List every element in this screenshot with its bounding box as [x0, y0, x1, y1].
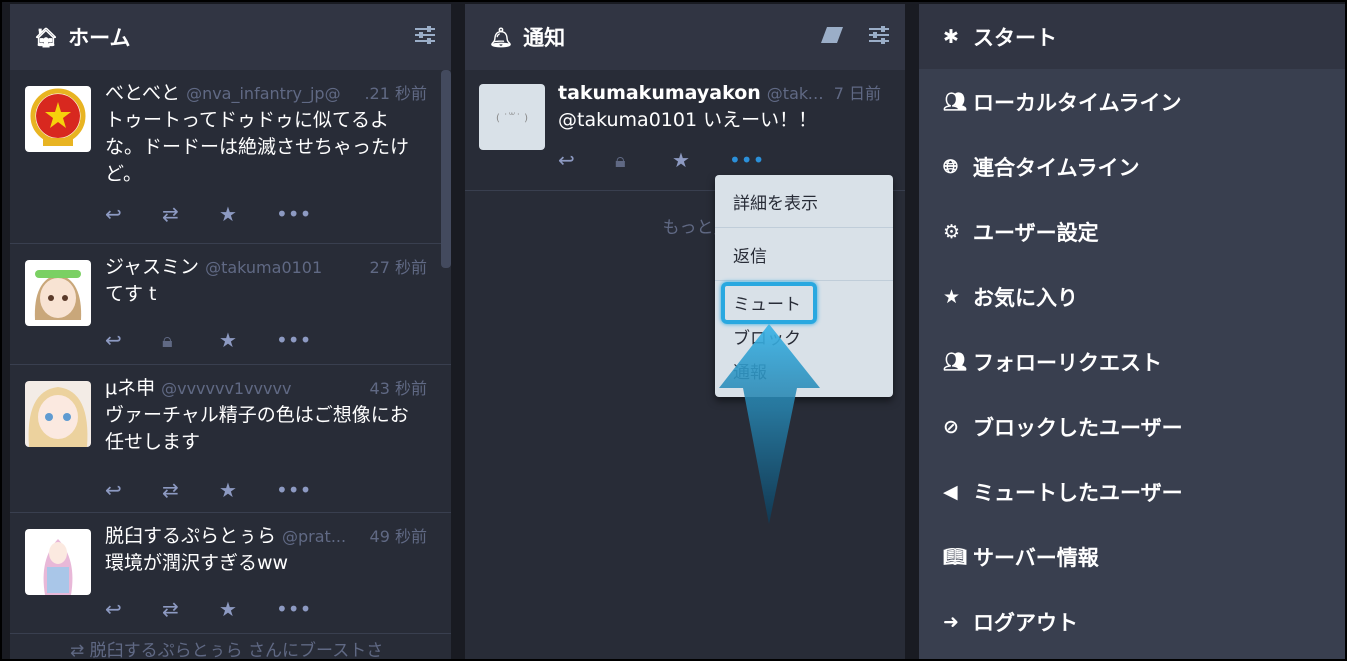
- reply-all-icon[interactable]: ↩︎: [558, 148, 615, 172]
- display-name[interactable]: μネ申: [105, 377, 155, 399]
- bell-icon: 🔔︎: [489, 26, 514, 49]
- nav-federated-timeline[interactable]: 🌐︎ 連合タイムライン: [919, 134, 1345, 199]
- status-item[interactable]: 脱臼するぷらとぅら @prat... 49 秒前 環境が潤沢すぎるww ↩︎ ⇄…: [10, 513, 451, 634]
- menu-item-details[interactable]: 詳細を表示: [715, 179, 893, 223]
- boost-notice: ⇄ 脱臼するぷらとぅら さんにブーストさ: [70, 641, 384, 659]
- nav-user-settings[interactable]: ⚙︎ ユーザー設定: [919, 199, 1345, 264]
- account-handle[interactable]: @nva_infantry_jp@: [186, 83, 360, 105]
- divider: [715, 280, 893, 281]
- avatar[interactable]: [25, 529, 91, 595]
- column-settings-icon[interactable]: [415, 25, 435, 49]
- star-icon[interactable]: ★: [672, 148, 729, 172]
- account-handle[interactable]: @prat...: [282, 526, 366, 548]
- more-icon[interactable]: •••: [276, 597, 333, 621]
- volume-off-icon: ◀: [943, 480, 958, 503]
- home-column-header[interactable]: 🏠︎ ホーム: [10, 4, 451, 70]
- status-item[interactable]: μネ申 @vvvvvv1vvvvv 43 秒前 ヴァーチャル精子の色はご想像にお…: [10, 365, 451, 513]
- timestamp[interactable]: .21 秒前: [364, 83, 427, 105]
- boost-icon[interactable]: ⇄: [162, 597, 219, 621]
- nav-logout[interactable]: ➜ ログアウト: [919, 589, 1345, 654]
- timestamp[interactable]: 7 日前: [834, 83, 881, 105]
- sign-out-icon: ➜: [943, 610, 959, 633]
- status-content: @takuma0101 いえーい！！: [558, 109, 818, 131]
- more-icon[interactable]: •••: [276, 478, 333, 502]
- boost-icon: ⇄: [70, 641, 90, 659]
- reply-icon[interactable]: ↩︎: [105, 202, 162, 226]
- pointer-arrow-icon: [719, 324, 820, 524]
- timestamp[interactable]: 49 秒前: [370, 526, 427, 548]
- start-column: ✱ スタート 👥︎ ローカルタイムライン 🌐︎ 連合タイムライン ⚙︎ ユーザー…: [919, 4, 1345, 659]
- avatar[interactable]: [25, 381, 91, 447]
- status-item[interactable]: べとべと @nva_infantry_jp@ .21 秒前 トゥートってドゥドゥ…: [10, 70, 451, 244]
- home-icon: 🏠︎: [34, 26, 59, 49]
- home-column: 🏠︎ ホーム べとべと @nva_infantry_jp@ .21 秒前 トゥー…: [10, 4, 451, 659]
- more-icon[interactable]: •••: [276, 202, 333, 226]
- account-handle[interactable]: @vvvvvv1vvvvv: [161, 378, 365, 400]
- star-icon[interactable]: ★: [219, 202, 276, 226]
- scrollbar[interactable]: [441, 70, 451, 268]
- book-icon: 📖︎: [943, 546, 968, 568]
- reply-icon[interactable]: ↩︎: [105, 597, 162, 621]
- more-icon[interactable]: •••: [729, 148, 786, 172]
- gear-icon: ⚙︎: [943, 220, 961, 243]
- nav-blocked-users[interactable]: ⊘ ブロックしたユーザー: [919, 394, 1345, 459]
- users-icon: 👥︎: [943, 351, 968, 373]
- boost-icon[interactable]: ⇄: [162, 202, 219, 226]
- account-handle[interactable]: @takum...: [767, 83, 830, 105]
- divider: [715, 227, 893, 228]
- asterisk-icon: ✱: [943, 25, 959, 48]
- timestamp[interactable]: 27 秒前: [370, 257, 427, 279]
- star-icon: ★: [943, 285, 961, 308]
- reply-icon[interactable]: ↩︎: [105, 328, 162, 352]
- start-header[interactable]: ✱ スタート: [919, 4, 1345, 69]
- users-icon: 👥︎: [943, 91, 968, 113]
- display-name[interactable]: ジャスミン: [105, 256, 199, 278]
- notifications-title: 通知: [523, 26, 566, 50]
- reply-icon[interactable]: ↩︎: [105, 478, 162, 502]
- avatar[interactable]: [25, 260, 91, 326]
- globe-icon: 🌐︎: [943, 155, 959, 178]
- nav-muted-users[interactable]: ◀ ミュートしたユーザー: [919, 459, 1345, 524]
- nav-local-timeline[interactable]: 👥︎ ローカルタイムライン: [919, 69, 1345, 134]
- star-icon[interactable]: ★: [219, 597, 276, 621]
- notification-status[interactable]: ( ˙꒳˙ ) takumakumayakon @takum... 7 日前 @…: [465, 70, 905, 191]
- eraser-icon[interactable]: [821, 26, 843, 48]
- display-name[interactable]: べとべと: [105, 82, 180, 104]
- lock-icon: 🔒︎: [162, 328, 173, 352]
- lock-icon: 🔒︎: [615, 148, 626, 172]
- home-title: ホーム: [68, 26, 131, 50]
- more-icon[interactable]: •••: [276, 328, 333, 352]
- display-name[interactable]: 脱臼するぷらとぅら: [105, 525, 276, 547]
- status-content: トゥートってドゥドゥに似てるよな。ドードーは絶滅させちゃったけど。: [105, 109, 410, 185]
- column-settings-icon[interactable]: [869, 25, 889, 49]
- nav-favourites[interactable]: ★ お気に入り: [919, 264, 1345, 329]
- ban-icon: ⊘: [943, 415, 959, 438]
- boost-icon[interactable]: ⇄: [162, 478, 219, 502]
- avatar[interactable]: ( ˙꒳˙ ): [479, 84, 545, 150]
- star-icon[interactable]: ★: [219, 328, 276, 352]
- mute-highlight-box: [721, 282, 817, 324]
- notifications-column-header[interactable]: 🔔︎ 通知: [465, 4, 905, 70]
- start-title: スタート: [973, 25, 1057, 50]
- status-content: ヴァーチャル精子の色はご想像にお任せします: [105, 404, 409, 453]
- nav-server-info[interactable]: 📖︎ サーバー情報: [919, 524, 1345, 589]
- status-item[interactable]: ジャスミン @takuma0101 27 秒前 てす t ↩︎ 🔒︎ ★ •••: [10, 244, 451, 365]
- status-content: 環境が潤沢すぎるww: [105, 552, 289, 574]
- menu-item-reply[interactable]: 返信: [715, 232, 893, 276]
- timestamp[interactable]: 43 秒前: [370, 378, 427, 400]
- status-content: てす t: [105, 283, 157, 305]
- avatar[interactable]: [25, 86, 91, 152]
- nav-follow-requests[interactable]: 👥︎ フォローリクエスト: [919, 329, 1345, 394]
- display-name[interactable]: takumakumayakon: [558, 82, 761, 104]
- account-handle[interactable]: @takuma0101: [205, 257, 365, 279]
- star-icon[interactable]: ★: [219, 478, 276, 502]
